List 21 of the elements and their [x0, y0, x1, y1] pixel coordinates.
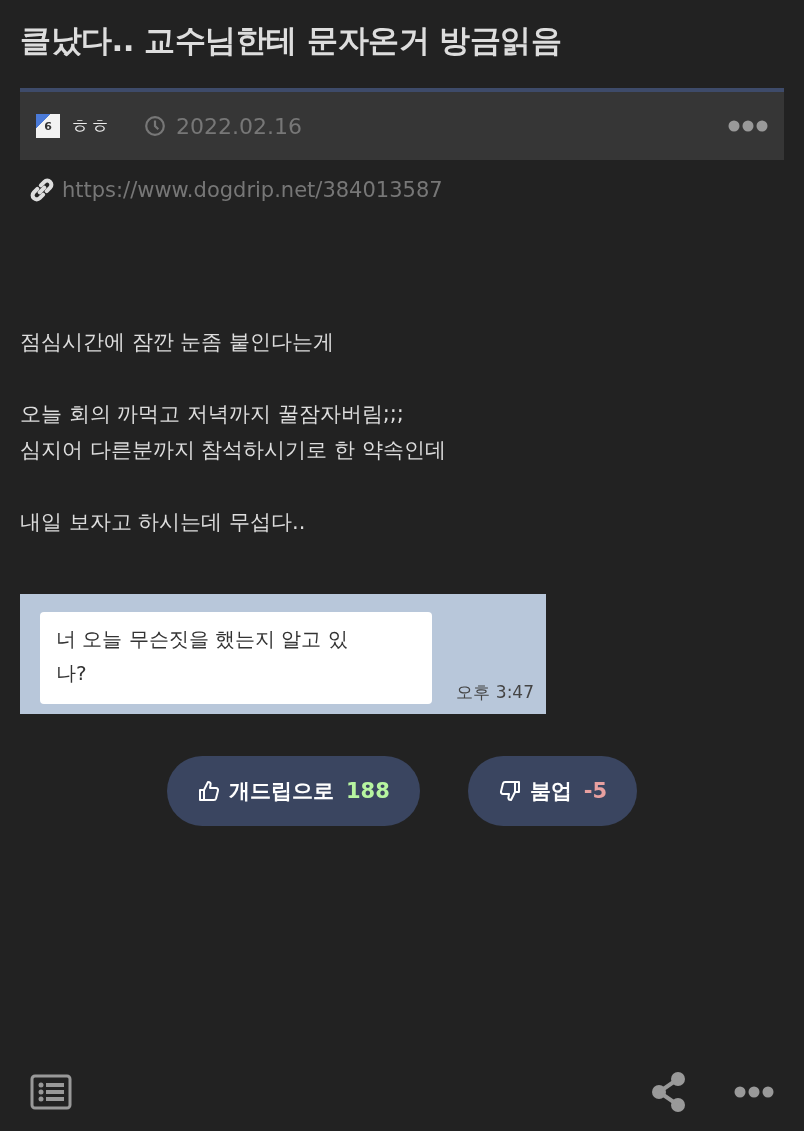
level-badge: 6 [36, 114, 60, 138]
upvote-button[interactable]: 개드립으로 188 [166, 756, 420, 826]
post-title: 클났다.. 교수님한테 문자온거 방금읽음 [20, 21, 563, 60]
list-icon[interactable] [30, 1074, 72, 1110]
clock-icon [144, 115, 166, 137]
body-text: 심지어 다른분까지 참석하시기로 한 약속인데 [20, 437, 447, 464]
body-text: 오늘 회의 까먹고 저녁까지 꿀잠자버림;;; [20, 401, 405, 428]
thumbs-down-icon [497, 779, 522, 803]
author-name[interactable]: ㅎㅎ [70, 112, 110, 140]
chat-time: 오후 3:47 [456, 681, 534, 704]
share-icon[interactable] [650, 1071, 688, 1113]
post-url[interactable]: https://www.dogdrip.net/384013587 [62, 178, 443, 202]
more-icon[interactable] [728, 120, 768, 132]
more-icon[interactable] [734, 1086, 774, 1098]
thumbs-up-icon [196, 779, 221, 803]
downvote-button[interactable]: 붐업 -5 [467, 756, 638, 826]
body-text: 점심시간에 잠깐 눈좀 붙인다는게 [20, 329, 336, 356]
chat-message: 너 오늘 무슨짓을 했는지 알고 있 나? [56, 626, 349, 687]
link-icon [28, 176, 56, 204]
body-text: 내일 보자고 하시는데 무섭다.. [20, 509, 307, 536]
post-date: 2022.02.16 [176, 113, 302, 139]
